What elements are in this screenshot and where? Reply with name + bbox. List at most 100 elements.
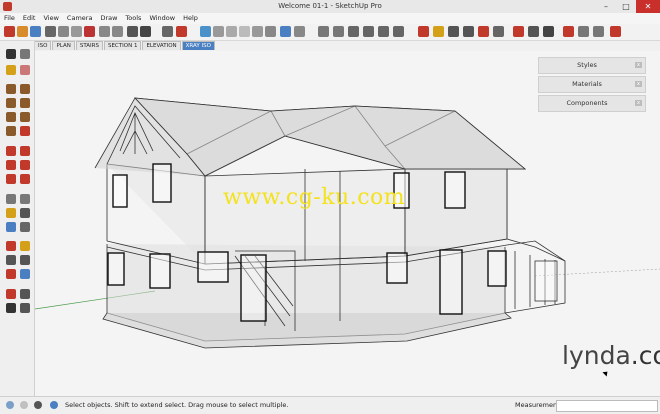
new-file-icon[interactable] xyxy=(4,26,15,37)
protractor-icon[interactable] xyxy=(6,208,16,218)
look-around-icon[interactable] xyxy=(528,26,539,37)
tray-panel-components[interactable]: Components x xyxy=(538,95,646,112)
camera-icon[interactable] xyxy=(162,26,173,37)
edges-style-icon[interactable] xyxy=(294,26,305,37)
line-icon[interactable] xyxy=(6,84,16,94)
back-edges-icon[interactable] xyxy=(213,26,224,37)
credits-icon[interactable] xyxy=(20,401,28,409)
front-view-icon[interactable] xyxy=(348,26,359,37)
maximize-button[interactable]: □ xyxy=(616,0,636,13)
menu-camera[interactable]: Camera xyxy=(63,13,97,24)
cut-icon[interactable] xyxy=(45,26,56,37)
arc-icon[interactable] xyxy=(6,126,16,136)
walk-tool-icon[interactable] xyxy=(6,303,16,313)
model-info-icon[interactable] xyxy=(140,26,151,37)
axes-icon[interactable] xyxy=(6,222,16,232)
scene-tab-stairs[interactable]: STAIRS xyxy=(75,41,103,50)
minimize-button[interactable]: – xyxy=(596,0,616,13)
position-camera-icon[interactable] xyxy=(513,26,524,37)
close-icon[interactable]: x xyxy=(635,81,642,87)
user-icon[interactable] xyxy=(34,401,42,409)
menu-tools[interactable]: Tools xyxy=(121,13,145,24)
print-icon[interactable] xyxy=(127,26,138,37)
pan-icon[interactable] xyxy=(433,26,444,37)
undo-icon[interactable] xyxy=(99,26,110,37)
extension-warehouse-icon[interactable] xyxy=(610,26,621,37)
scene-tab-iso[interactable]: ISO xyxy=(34,41,52,50)
eraser-icon[interactable] xyxy=(20,65,30,75)
tray-panel-styles[interactable]: Styles x xyxy=(538,57,646,74)
save-icon[interactable] xyxy=(30,26,41,37)
paste-icon[interactable] xyxy=(71,26,82,37)
geo-location-icon[interactable] xyxy=(6,401,14,409)
get-models-icon[interactable] xyxy=(176,26,187,37)
shaded-textures-icon[interactable] xyxy=(265,26,276,37)
3d-warehouse-icon[interactable] xyxy=(563,26,574,37)
dimension-icon[interactable] xyxy=(20,194,30,204)
menu-file[interactable]: File xyxy=(0,13,19,24)
measurements-input[interactable] xyxy=(556,400,658,412)
redo-icon[interactable] xyxy=(112,26,123,37)
position-camera-tool-icon[interactable] xyxy=(6,289,16,299)
look-around-tool-icon[interactable] xyxy=(20,289,30,299)
menu-edit[interactable]: Edit xyxy=(19,13,40,24)
scene-tab-xray-iso[interactable]: XRAY ISO xyxy=(181,41,215,50)
menu-window[interactable]: Window xyxy=(145,13,179,24)
erase-icon[interactable] xyxy=(84,26,95,37)
select-icon[interactable] xyxy=(6,49,16,59)
left-view-icon[interactable] xyxy=(393,26,404,37)
back-view-icon[interactable] xyxy=(378,26,389,37)
close-icon[interactable]: x xyxy=(635,62,642,68)
top-view-icon[interactable] xyxy=(333,26,344,37)
rotated-rectangle-icon[interactable] xyxy=(20,98,30,108)
3d-text-icon[interactable] xyxy=(20,222,30,232)
circle-icon[interactable] xyxy=(6,112,16,122)
tray-panel-materials[interactable]: Materials x xyxy=(538,76,646,93)
zoom-extents-tool-icon[interactable] xyxy=(6,269,16,279)
right-view-icon[interactable] xyxy=(363,26,374,37)
push-pull-icon[interactable] xyxy=(20,146,30,156)
copy-icon[interactable] xyxy=(58,26,69,37)
text-icon[interactable] xyxy=(20,208,30,218)
iso-view-icon[interactable] xyxy=(318,26,329,37)
rectangle-icon[interactable] xyxy=(6,98,16,108)
previous-view-icon[interactable] xyxy=(493,26,504,37)
zoom-icon[interactable] xyxy=(448,26,459,37)
zoom-extents-icon[interactable] xyxy=(478,26,489,37)
xray-style-icon[interactable] xyxy=(200,26,211,37)
share-model-icon[interactable] xyxy=(578,26,589,37)
move-icon[interactable] xyxy=(6,146,16,156)
section-plane-icon[interactable] xyxy=(20,303,30,313)
follow-me-icon[interactable] xyxy=(20,160,30,170)
scene-tab-plan[interactable]: PLAN xyxy=(52,41,75,50)
share-component-icon[interactable] xyxy=(593,26,604,37)
polygon-icon[interactable] xyxy=(20,112,30,122)
two-point-arc-icon[interactable] xyxy=(20,126,30,136)
paint-bucket-icon[interactable] xyxy=(6,65,16,75)
previous-tool-icon[interactable] xyxy=(20,269,30,279)
close-button[interactable]: ✕ xyxy=(636,0,660,13)
wireframe-icon[interactable] xyxy=(226,26,237,37)
monochrome-icon[interactable] xyxy=(280,26,291,37)
model-viewport[interactable]: Styles x Materials x Components x www.cg… xyxy=(35,51,660,396)
make-component-icon[interactable] xyxy=(20,49,30,59)
offset-icon[interactable] xyxy=(20,174,30,184)
scene-tab-elevation[interactable]: ELEVATION xyxy=(142,41,181,50)
rotate-icon[interactable] xyxy=(6,160,16,170)
help-icon[interactable] xyxy=(50,401,58,409)
menu-help[interactable]: Help xyxy=(179,13,202,24)
shaded-icon[interactable] xyxy=(252,26,263,37)
orbit-tool-icon[interactable] xyxy=(6,241,16,251)
zoom-tool-icon[interactable] xyxy=(6,255,16,265)
zoom-window-icon[interactable] xyxy=(463,26,474,37)
scene-tab-section-1[interactable]: SECTION 1 xyxy=(103,41,142,50)
close-icon[interactable]: x xyxy=(635,100,642,106)
menu-draw[interactable]: Draw xyxy=(96,13,121,24)
orbit-icon[interactable] xyxy=(418,26,429,37)
menu-view[interactable]: View xyxy=(39,13,62,24)
pan-tool-icon[interactable] xyxy=(20,241,30,251)
tape-measure-icon[interactable] xyxy=(6,194,16,204)
open-file-icon[interactable] xyxy=(17,26,28,37)
zoom-window-tool-icon[interactable] xyxy=(20,255,30,265)
hidden-line-icon[interactable] xyxy=(239,26,250,37)
